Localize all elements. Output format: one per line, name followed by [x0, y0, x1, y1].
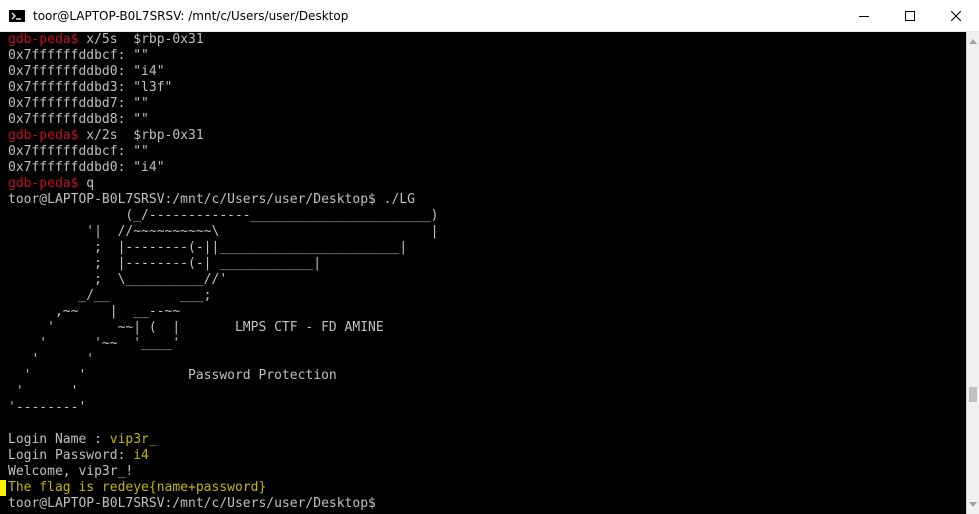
- terminal-text: Welcome, vip3r_!: [8, 464, 134, 479]
- terminal-text: 0x7ffffffddbd0: "i4": [8, 64, 165, 79]
- terminal-text: x/5s $rbp-0x31: [78, 32, 204, 47]
- terminal-text: '--------': [8, 400, 87, 415]
- terminal-text: q: [78, 176, 95, 191]
- terminal-line: ' '~~ '____': [8, 336, 438, 352]
- terminal-line: ; |--------(-| ____________|: [8, 256, 438, 272]
- terminal-line: ' ~~| ( | LMPS CTF - FD AMINE: [8, 320, 438, 336]
- terminal-line: 0x7ffffffddbd7: "": [8, 96, 438, 112]
- terminal-line: Login Password: i4: [8, 448, 438, 464]
- terminal-text: ' ': [8, 384, 79, 399]
- terminal-text: (_/-------------_______________________): [8, 208, 439, 223]
- terminal-line: (_/-------------_______________________): [8, 208, 438, 224]
- minimize-icon: [859, 16, 869, 17]
- terminal-line: 0x7ffffffddbcf: "": [8, 48, 438, 64]
- terminal-line: ' ': [8, 384, 438, 400]
- terminal-text: toor@LAPTOP-B0L7SRSV:/mnt/c/Users/user/D…: [8, 496, 376, 511]
- terminal-text: _/__ ___;: [8, 288, 212, 303]
- title-bar[interactable]: toor@LAPTOP-B0L7SRSV: /mnt/c/Users/user/…: [0, 0, 979, 32]
- terminal-lines: gdb-peda$ x/5s $rbp-0x31 0x7ffffffddbcf: …: [0, 32, 438, 512]
- terminal-text: The flag is redeye{name+password}: [8, 480, 267, 495]
- terminal-window: toor@LAPTOP-B0L7SRSV: /mnt/c/Users/user/…: [0, 0, 979, 514]
- terminal-text: 0x7ffffffddbcf: "": [8, 48, 149, 63]
- close-button[interactable]: [933, 0, 979, 32]
- scroll-down-button[interactable]: [967, 497, 979, 512]
- chevron-down-icon: [969, 502, 977, 507]
- gdb-prompt: gdb-peda$: [8, 176, 79, 191]
- terminal-line: 0x7ffffffddbcf: "": [8, 144, 438, 160]
- terminal-text: ' ' Password Protection: [8, 368, 337, 383]
- terminal-line: 0x7ffffffddbd8: "": [8, 112, 438, 128]
- terminal-line: gdb-peda$ q: [8, 176, 438, 192]
- maximize-icon: [905, 11, 915, 21]
- terminal-text: 0x7ffffffddbd8: "": [8, 112, 149, 127]
- close-icon: [951, 11, 961, 21]
- window-title: toor@LAPTOP-B0L7SRSV: /mnt/c/Users/user/…: [33, 8, 349, 23]
- scroll-thumb[interactable]: [969, 387, 977, 402]
- terminal-text: 0x7ffffffddbd3: "l3f": [8, 80, 173, 95]
- terminal-text: ' ~~| ( | LMPS CTF - FD AMINE: [8, 320, 384, 335]
- terminal-text: ; \__________//': [8, 272, 228, 287]
- terminal-text: 0x7ffffffddbd0: "i4": [8, 160, 165, 175]
- terminal-text: ' ': [8, 352, 95, 367]
- terminal-text: 0x7ffffffddbcf: "": [8, 144, 149, 159]
- terminal-line: 0x7ffffffddbd0: "i4": [8, 64, 438, 80]
- terminal-line: ; \__________//': [8, 272, 438, 288]
- terminal-line: ' ' Password Protection: [8, 368, 438, 384]
- terminal-line: '--------': [8, 400, 438, 416]
- terminal-line: The flag is redeye{name+password}: [8, 480, 438, 496]
- terminal-line: ,~~ | __--~~: [8, 304, 438, 320]
- terminal-line: gdb-peda$ x/2s $rbp-0x31: [8, 128, 438, 144]
- terminal-text: ' '~~ '____': [8, 336, 181, 351]
- terminal-line: Welcome, vip3r_!: [8, 464, 438, 480]
- terminal-text: x/2s $rbp-0x31: [78, 128, 204, 143]
- terminal-text: Login Name :: [8, 432, 110, 447]
- terminal-line: 0x7ffffffddbd3: "l3f": [8, 80, 438, 96]
- gdb-prompt: gdb-peda$: [8, 128, 79, 143]
- terminal-text: ,~~ | __--~~: [8, 304, 181, 319]
- terminal-line: toor@LAPTOP-B0L7SRSV:/mnt/c/Users/user/D…: [8, 496, 438, 512]
- terminal-line: toor@LAPTOP-B0L7SRSV:/mnt/c/Users/user/D…: [8, 192, 438, 208]
- selection-marker: [0, 480, 6, 496]
- terminal-line: ; |--------(-||_______________________|: [8, 240, 438, 256]
- terminal-line: '| //~~~~~~~~~~\ |: [8, 224, 438, 240]
- chevron-up-icon: [969, 39, 977, 44]
- maximize-button[interactable]: [887, 0, 933, 32]
- window-controls: [841, 0, 979, 32]
- terminal-output[interactable]: gdb-peda$ x/5s $rbp-0x31 0x7ffffffddbcf: …: [0, 32, 966, 514]
- terminal-line: 0x7ffffffddbd0: "i4": [8, 160, 438, 176]
- terminal-text: ; |--------(-||_______________________|: [8, 240, 408, 255]
- terminal-line: _/__ ___;: [8, 288, 438, 304]
- terminal-line: gdb-peda$ x/5s $rbp-0x31: [8, 32, 438, 48]
- terminal-line: ' ': [8, 352, 438, 368]
- terminal-text: '| //~~~~~~~~~~\ |: [8, 224, 439, 239]
- vertical-scrollbar[interactable]: [966, 32, 979, 514]
- terminal-text: toor@LAPTOP-B0L7SRSV:/mnt/c/Users/user/D…: [8, 192, 415, 207]
- terminal-text: i4: [133, 448, 149, 463]
- terminal-line: Login Name : vip3r_: [8, 432, 438, 448]
- gdb-prompt: gdb-peda$: [8, 32, 79, 47]
- scroll-up-button[interactable]: [967, 34, 979, 49]
- minimize-button[interactable]: [841, 0, 887, 32]
- terminal-text: vip3r_: [109, 432, 157, 447]
- terminal-text: ; |--------(-| ____________|: [8, 256, 322, 271]
- terminal-app-icon: [9, 9, 25, 22]
- terminal-text: 0x7ffffffddbd7: "": [8, 96, 149, 111]
- terminal-text: Login Password:: [8, 448, 134, 463]
